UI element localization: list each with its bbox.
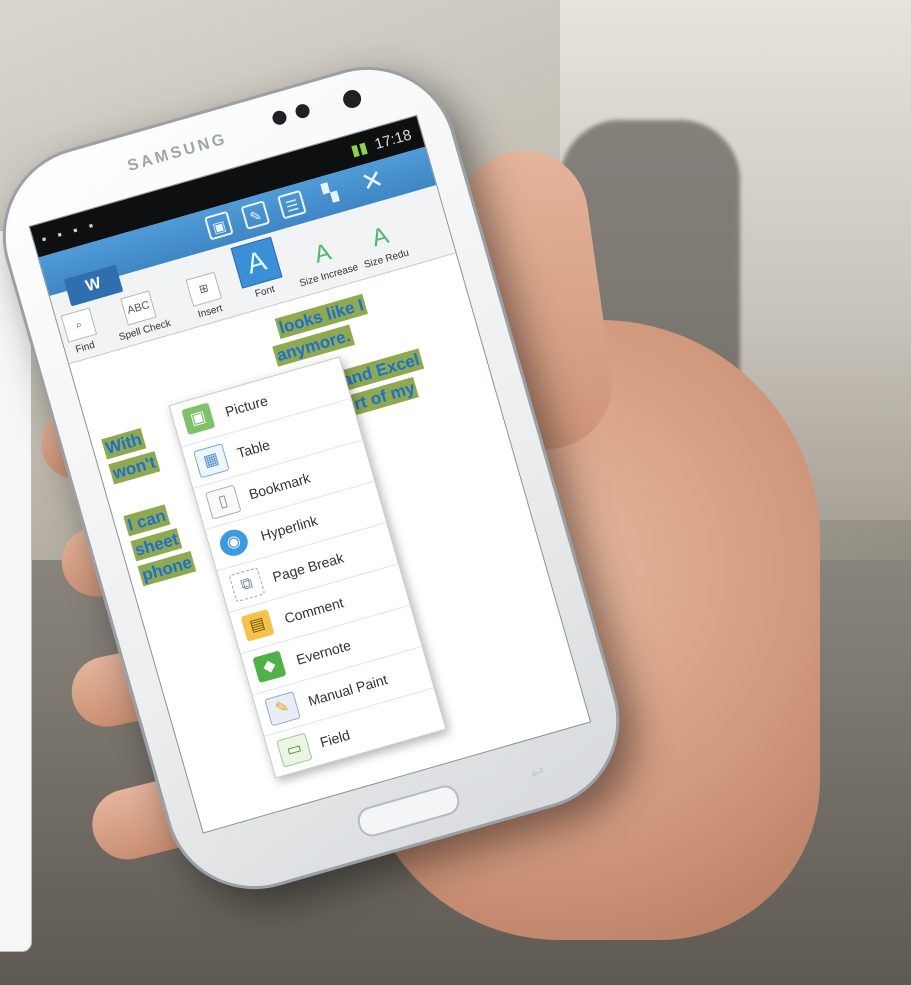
size-increase-icon: A — [311, 238, 335, 269]
menu-item-label: Comment — [282, 594, 346, 627]
bookmark-icon: ▯ — [204, 484, 242, 520]
menu-item-label: Page Break — [270, 549, 346, 586]
size-reduce-icon: A — [368, 221, 392, 253]
insert-icon: ⊞ — [185, 271, 223, 307]
status-time: 17:18 — [372, 126, 414, 154]
ribbon-insert-label: Insert — [196, 303, 224, 321]
ribbon-font-label: Font — [253, 283, 277, 301]
phone-brand: SAMSUNG — [125, 130, 230, 176]
insert-menu: ▣ Picture ▦ Table ▯ Bookmark ◉ Hyperlink… — [168, 356, 447, 779]
background-panel — [0, 230, 32, 952]
evernote-icon: ◆ — [252, 650, 287, 684]
ribbon-find-label: Find — [74, 339, 97, 356]
ribbon-font-button[interactable]: A Font — [218, 233, 299, 307]
paint-icon: ✎ — [264, 691, 301, 727]
menu-item-label: Field — [318, 726, 352, 751]
grid-icon[interactable]: ▚ — [316, 179, 346, 209]
save-icon[interactable]: ▣ — [204, 210, 234, 241]
ribbon-size-reduce-button[interactable]: A Size Redu — [344, 216, 421, 274]
home-button[interactable] — [354, 782, 463, 840]
comment-icon: ▤ — [240, 609, 275, 642]
page-break-icon: ⧉ — [228, 567, 266, 603]
menu-item-label: Evernote — [294, 636, 353, 668]
font-icon: A — [230, 236, 283, 289]
spell-check-icon: ABC — [120, 290, 157, 326]
menu-item-label: Table — [235, 436, 272, 462]
menu-item-label: Picture — [223, 392, 270, 420]
menu-item-label: Hyperlink — [258, 512, 320, 544]
list-icon[interactable]: ☰ — [277, 189, 307, 220]
picture-icon: ▣ — [181, 402, 216, 436]
edit-icon[interactable]: ✎ — [240, 200, 271, 230]
field-icon: ▭ — [276, 732, 313, 768]
globe-icon: ◉ — [216, 526, 251, 560]
back-icon[interactable]: ↩ — [529, 761, 547, 784]
front-camera — [340, 87, 364, 111]
table-icon: ▦ — [193, 443, 230, 479]
menu-item-label: Bookmark — [246, 469, 312, 503]
signal-icon: ▮▮ — [349, 139, 370, 160]
front-sensor — [293, 102, 312, 120]
menu-item-label: Manual Paint — [306, 671, 390, 710]
close-icon[interactable]: ✕ — [358, 163, 388, 198]
front-sensor — [270, 109, 289, 127]
search-icon: ⌕ — [60, 307, 98, 343]
